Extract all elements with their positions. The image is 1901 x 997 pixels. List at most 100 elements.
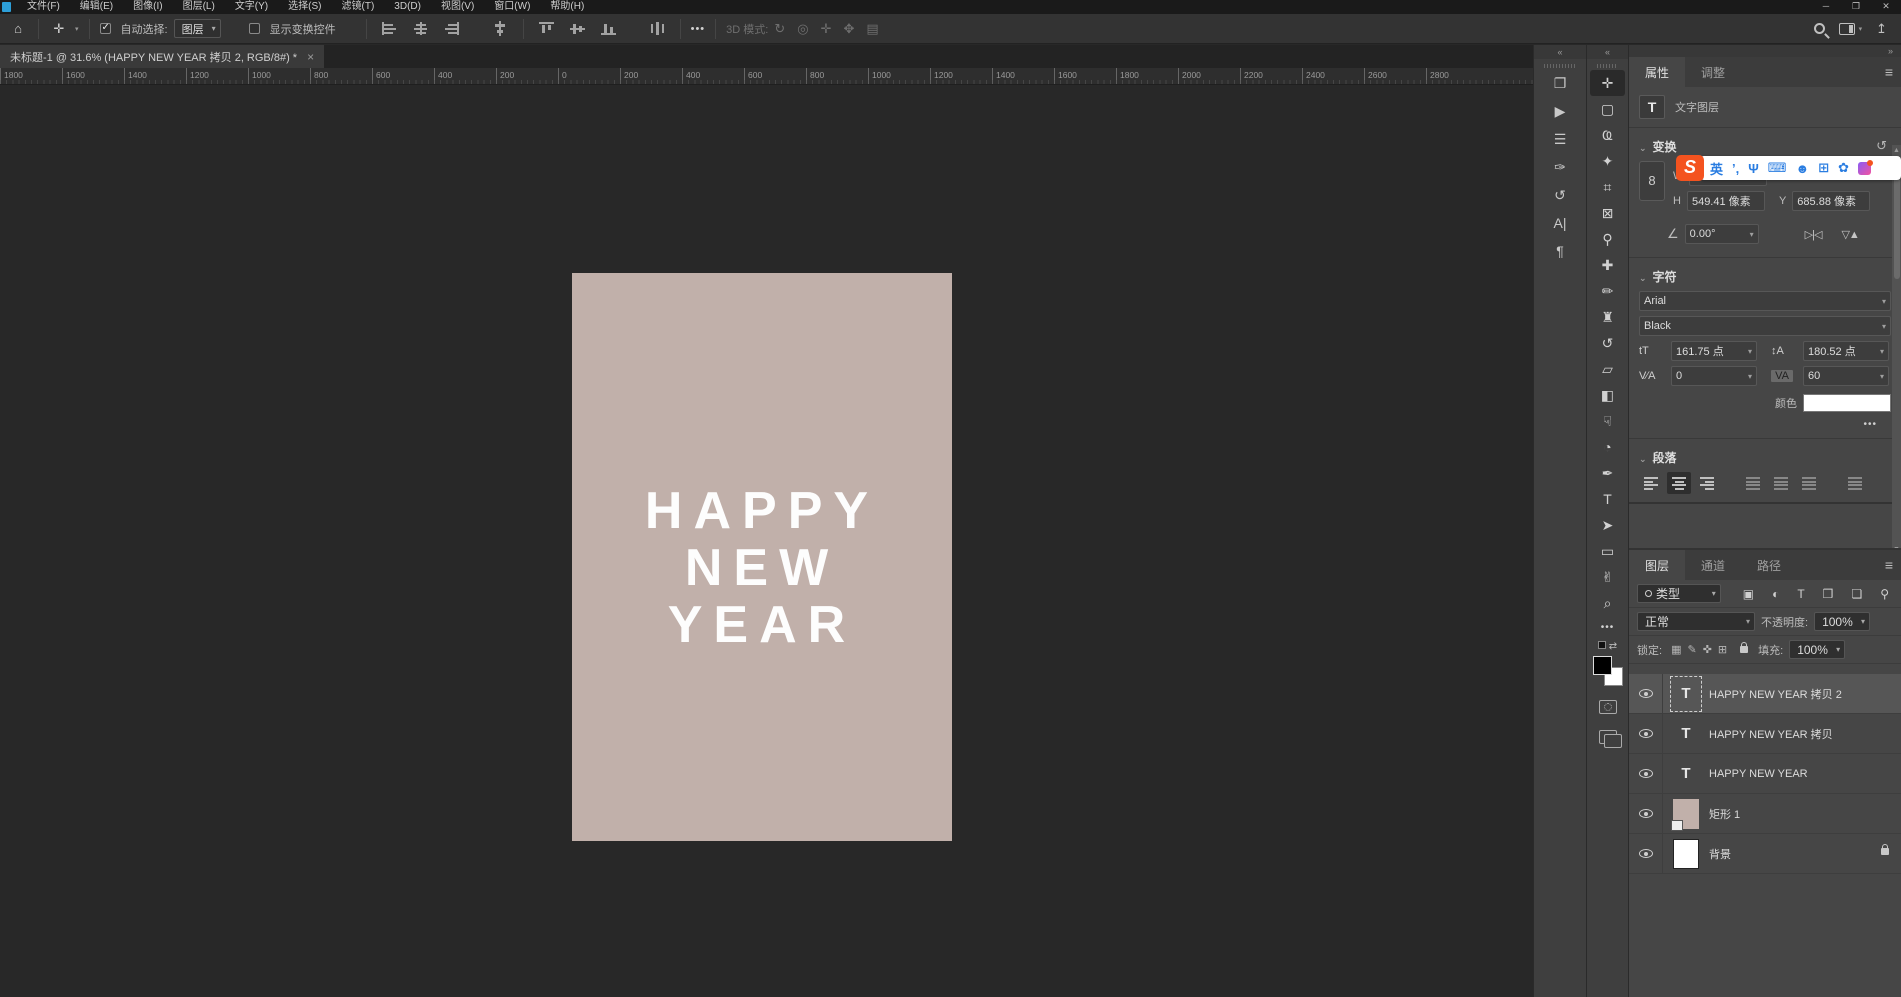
align-top-edges-icon[interactable] <box>539 22 554 35</box>
filter-pixel-layers-icon[interactable]: ▣ <box>1743 587 1754 601</box>
flip-vertical-icon[interactable]: ▽▲ <box>1841 228 1858 241</box>
ime-language-toggle[interactable]: 英 <box>1710 159 1723 178</box>
font-family-dropdown[interactable]: Arial ▾ <box>1639 291 1891 311</box>
justify-last-center-button[interactable] <box>1769 472 1793 494</box>
ime-grid-icon[interactable]: ⊞ <box>1818 160 1829 176</box>
expand-panels-button[interactable]: » <box>1629 45 1901 57</box>
default-swap-colors[interactable]: ⇄ <box>1587 641 1628 652</box>
text-color-swatch[interactable] <box>1803 394 1891 412</box>
sogou-logo-icon[interactable]: S <box>1676 155 1704 181</box>
lock-all-icon[interactable] <box>1740 646 1748 653</box>
menu-item[interactable]: 3D(D) <box>384 0 431 14</box>
character-panel-icon[interactable]: A| <box>1534 210 1586 236</box>
ime-skin-icon[interactable] <box>1858 162 1871 175</box>
lock-transparency-icon[interactable]: ▦ <box>1671 643 1681 656</box>
share-icon[interactable]: ↥ <box>1876 21 1887 37</box>
height-field[interactable]: 549.41 像素 <box>1687 191 1765 211</box>
collapse-toolbar-button[interactable]: « <box>1587 45 1628 59</box>
brushes-panel-icon[interactable]: ✑ <box>1534 154 1586 180</box>
ime-mic-icon[interactable]: Ψ <box>1748 161 1759 176</box>
properties-scrollbar[interactable]: ▲ ▼ <box>1892 145 1901 555</box>
layer-row[interactable]: 矩形 1 <box>1629 794 1901 834</box>
layers-dock-tab[interactable]: 通道 <box>1685 550 1741 580</box>
path-selection-tool[interactable]: ➤ <box>1590 512 1625 538</box>
edit-toolbar-button[interactable]: ••• <box>1587 622 1628 633</box>
type-tool[interactable]: T <box>1590 486 1625 512</box>
tool-preset-caret-icon[interactable]: ▾ <box>75 25 79 33</box>
spot-healing-brush-tool[interactable]: ✚ <box>1590 252 1625 278</box>
pen-tool[interactable]: ✒ <box>1590 460 1625 486</box>
close-button[interactable]: ✕ <box>1871 0 1901 14</box>
layer-thumbnail[interactable]: T <box>1673 679 1699 709</box>
lock-pixels-icon[interactable]: ✎ <box>1687 643 1696 656</box>
link-dimensions-icon[interactable]: 8 <box>1639 161 1665 201</box>
scroll-up-icon[interactable]: ▲ <box>1892 147 1901 154</box>
justify-last-right-button[interactable] <box>1797 472 1821 494</box>
paragraph-panel-icon[interactable]: ¶ <box>1534 238 1586 264</box>
properties-tab[interactable]: 调整 <box>1685 57 1741 87</box>
layers-dock-tab[interactable]: 图层 <box>1629 550 1685 580</box>
dodge-tool[interactable]: ◔ <box>1590 434 1625 460</box>
menu-item[interactable]: 视图(V) <box>431 0 484 14</box>
menu-item[interactable]: 滤镜(T) <box>332 0 385 14</box>
filter-type-layers-icon[interactable]: T <box>1797 587 1804 601</box>
quick-mask-button[interactable] <box>1599 700 1617 714</box>
drag-handle[interactable] <box>1544 64 1576 68</box>
gradient-tool[interactable]: ◧ <box>1590 382 1625 408</box>
document-tab[interactable]: 未标题-1 @ 31.6% (HAPPY NEW YEAR 拷贝 2, RGB/… <box>0 45 324 68</box>
ime-punctuation-icon[interactable]: ’, <box>1732 161 1739 176</box>
lock-artboard-icon[interactable]: ⊞ <box>1718 643 1727 656</box>
layer-row[interactable]: T HAPPY NEW YEAR 拷贝 <box>1629 714 1901 754</box>
actions-panel-icon[interactable]: ▶ <box>1534 98 1586 124</box>
menu-item[interactable]: 图像(I) <box>123 0 172 14</box>
menu-item[interactable]: 选择(S) <box>278 0 331 14</box>
search-icon[interactable] <box>1814 23 1825 34</box>
tab-close-icon[interactable]: × <box>307 50 314 64</box>
collapse-section-icon[interactable]: ⌄ <box>1639 454 1647 464</box>
fill-dropdown[interactable]: 100% ▾ <box>1789 640 1845 659</box>
eyedropper-tool[interactable]: ⚲ <box>1590 226 1625 252</box>
visibility-cell[interactable] <box>1629 674 1663 713</box>
eraser-tool[interactable]: ▱ <box>1590 356 1625 382</box>
foreground-color-swatch[interactable] <box>1593 656 1612 675</box>
visibility-cell[interactable] <box>1629 754 1663 793</box>
ime-robot-icon[interactable]: ☻ <box>1796 161 1810 176</box>
layer-row[interactable]: 背景 <box>1629 834 1901 874</box>
menu-item[interactable]: 文字(Y) <box>225 0 278 14</box>
crop-tool[interactable]: ⌗ <box>1590 174 1625 200</box>
visibility-cell[interactable] <box>1629 834 1663 873</box>
layers-dock-tab[interactable]: 路径 <box>1741 550 1797 580</box>
collapse-panels-button[interactable]: « <box>1534 45 1586 59</box>
auto-select-mode-dropdown[interactable]: 图层 ▾ <box>174 19 221 38</box>
blend-mode-dropdown[interactable]: 正常 ▾ <box>1637 612 1755 631</box>
lasso-tool[interactable]: Ҩ <box>1590 122 1625 148</box>
menu-item[interactable]: 窗口(W) <box>484 0 540 14</box>
layer-thumbnail[interactable]: T <box>1673 759 1699 789</box>
show-transform-checkbox[interactable] <box>249 23 260 34</box>
filter-adjustment-layers-icon[interactable]: ◐ <box>1772 587 1779 601</box>
filter-shape-layers-icon[interactable]: ❒ <box>1823 587 1834 601</box>
font-style-dropdown[interactable]: Black ▾ <box>1639 316 1891 336</box>
leading-dropdown[interactable]: 180.52 点 ▾ <box>1803 341 1889 361</box>
auto-select-checkbox[interactable] <box>100 23 111 34</box>
frame-tool[interactable]: ⊠ <box>1590 200 1625 226</box>
smudge-tool[interactable]: ☟ <box>1590 408 1625 434</box>
restore-button[interactable]: ❐ <box>1841 0 1871 14</box>
reset-transform-icon[interactable]: ↺ <box>1876 138 1887 154</box>
rotation-field[interactable]: 0.00° ▾ <box>1685 224 1759 244</box>
align-more-options-icon[interactable]: ••• <box>691 23 706 35</box>
align-horizontal-centers-icon[interactable] <box>413 22 428 35</box>
layer-row[interactable]: T HAPPY NEW YEAR 拷贝 2 <box>1629 674 1901 714</box>
menu-item[interactable]: 帮助(H) <box>540 0 594 14</box>
align-text-left-button[interactable] <box>1639 472 1663 494</box>
quick-selection-tool[interactable]: ✦ <box>1590 148 1625 174</box>
drag-handle[interactable] <box>1597 64 1618 68</box>
font-size-dropdown[interactable]: 161.75 点 ▾ <box>1671 341 1757 361</box>
screen-mode-button[interactable] <box>1599 730 1617 744</box>
lock-position-icon[interactable]: ✜ <box>1703 643 1712 656</box>
layer-row[interactable]: T HAPPY NEW YEAR <box>1629 754 1901 794</box>
history-panel-icon[interactable]: ↺ <box>1534 182 1586 208</box>
justify-all-button[interactable] <box>1843 472 1867 494</box>
y-field[interactable]: 685.88 像素 <box>1792 191 1870 211</box>
tracking-dropdown[interactable]: 60 ▾ <box>1803 366 1889 386</box>
